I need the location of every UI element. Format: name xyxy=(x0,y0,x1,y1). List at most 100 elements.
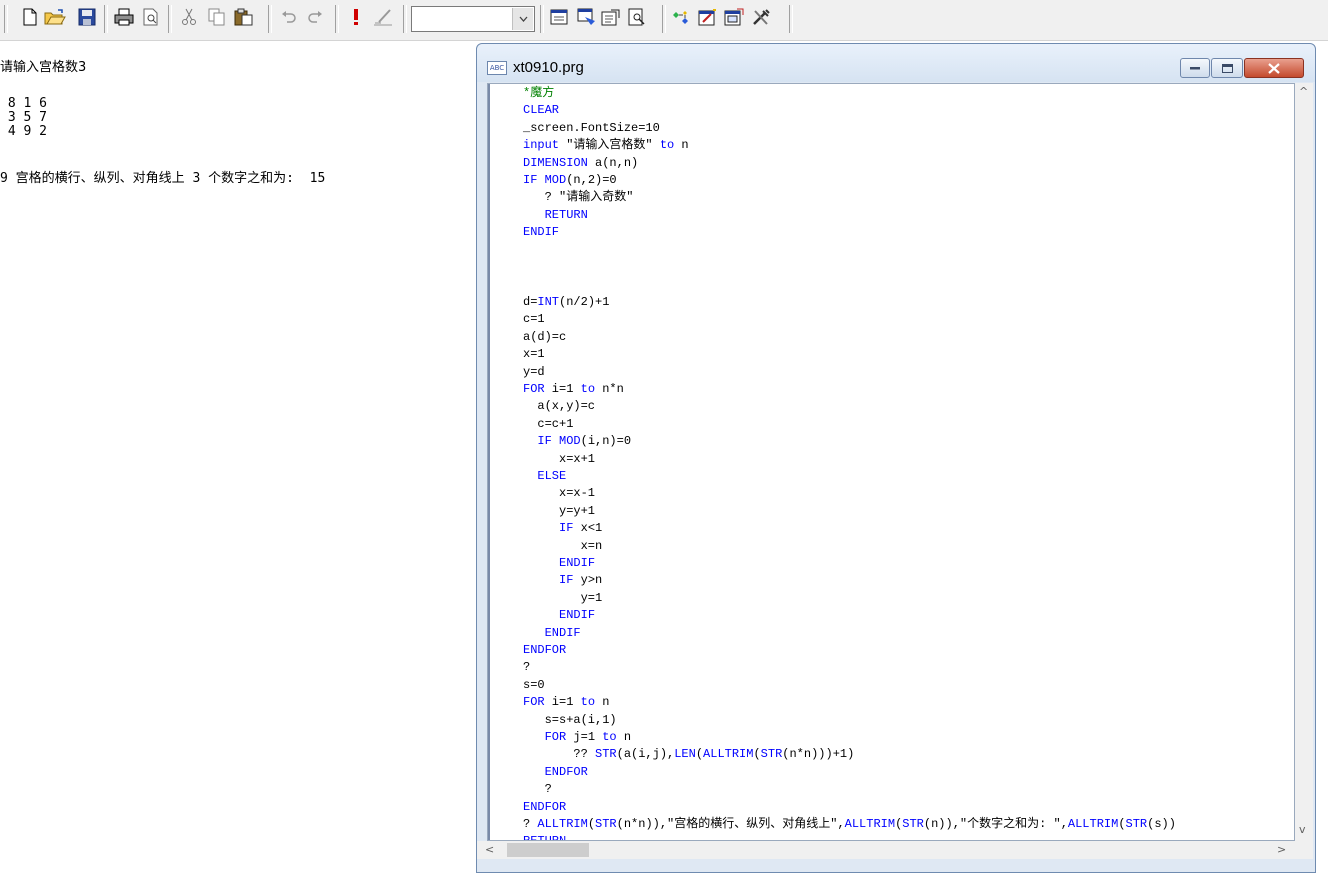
undo-icon[interactable] xyxy=(278,6,300,28)
code-line: x=x-1 xyxy=(523,486,596,501)
code-line: IF MOD(i,n)=0 xyxy=(537,434,632,449)
window-title: xt0910.prg xyxy=(513,59,584,76)
object-combo-box[interactable] xyxy=(411,6,535,32)
open-folder-icon[interactable] xyxy=(44,6,66,28)
toolbar-end xyxy=(789,5,793,33)
sum-summary-text: 9 宫格的横行、纵列、对角线上 3 个数字之和为: 15 xyxy=(0,171,326,186)
code-line: c=1 xyxy=(523,312,545,327)
code-line: ? ALLTRIM(STR(n*n)),"宫格的横行、纵列、对角线上",ALLT… xyxy=(523,817,1176,832)
scroll-left-icon[interactable]: < xyxy=(485,843,494,856)
code-line: ENDIF xyxy=(523,225,560,240)
code-text-area[interactable]: *魔方 CLEAR _screen.FontSize=10 input "请输入宫格数… xyxy=(487,83,1295,841)
code-line: s=0 xyxy=(523,677,545,692)
code-line: a(d)=c xyxy=(523,329,567,344)
horizontal-scroll-thumb[interactable] xyxy=(507,843,589,857)
code-editor-window[interactable]: ABC xt0910.prg *魔方 CLEAR _screen.FontSize=… xyxy=(476,43,1316,873)
toolbar-separator xyxy=(662,5,666,33)
editor-gutter xyxy=(488,84,490,840)
toolbar-separator xyxy=(104,5,108,33)
close-button[interactable] xyxy=(1244,58,1304,78)
minimize-button[interactable] xyxy=(1180,58,1210,78)
code-line: FOR j=1 to n xyxy=(544,730,632,745)
scroll-right-icon[interactable]: > xyxy=(1277,843,1286,856)
toolbar-separator xyxy=(335,5,339,33)
view-report-icon[interactable] xyxy=(626,6,648,28)
modify-form-icon[interactable] xyxy=(372,6,394,28)
new-file-icon[interactable] xyxy=(19,6,41,28)
maximize-button[interactable] xyxy=(1211,58,1243,78)
code-line: ? "请输入奇数" xyxy=(523,190,634,205)
toolbar-separator xyxy=(540,5,544,33)
code-line: ?? STR(a(i,j),LEN(ALLTRIM(STR(n*n)))+1) xyxy=(523,747,855,762)
code-line: CLEAR xyxy=(523,103,560,118)
horizontal-scrollbar[interactable]: < > xyxy=(477,841,1295,859)
code-line: ELSE xyxy=(537,468,567,483)
cut-icon[interactable] xyxy=(178,6,200,28)
code-line: IF y>n xyxy=(559,573,603,588)
save-icon[interactable] xyxy=(76,6,98,28)
code-lines: *魔方 CLEAR _screen.FontSize=10 input "请输入宫格数… xyxy=(523,85,1176,840)
maximize-icon xyxy=(1221,63,1233,73)
code-line: ? xyxy=(523,660,531,675)
minimize-icon xyxy=(1190,67,1200,70)
code-line: ENDIF xyxy=(544,625,581,640)
datasession-icon[interactable] xyxy=(723,6,745,28)
code-line: ENDFOR xyxy=(544,764,588,779)
resize-grip-icon[interactable] xyxy=(1295,841,1313,859)
run-exclamation-icon[interactable] xyxy=(345,6,367,28)
properties-icon[interactable] xyxy=(575,6,597,28)
code-line: d=INT(n/2)+1 xyxy=(523,294,610,309)
prg-file-icon: ABC xyxy=(487,61,507,75)
code-line: a(x,y)=c xyxy=(523,399,596,414)
magic-square-row-2: 3 5 7 xyxy=(0,110,47,125)
code-line: RETURN xyxy=(523,833,1176,840)
code-line: x=x+1 xyxy=(523,451,596,466)
code-line: ENDFOR xyxy=(523,799,567,814)
builder-tools-icon[interactable] xyxy=(750,6,772,28)
code-line: *魔方 xyxy=(523,86,555,100)
code-line: ENDFOR xyxy=(523,643,567,657)
code-line: _screen.FontSize=10 xyxy=(523,120,660,135)
print-preview-icon[interactable] xyxy=(140,6,162,28)
code-line: x=1 xyxy=(523,347,545,362)
print-icon[interactable] xyxy=(113,6,135,28)
code-line: FOR i=1 to n xyxy=(523,695,610,710)
vertical-scrollbar[interactable]: ^ v xyxy=(1295,83,1313,841)
code-line: y=y+1 xyxy=(523,503,596,518)
code-line: IF MOD(n,2)=0 xyxy=(523,173,617,188)
input-prompt-text: 请输入宫格数3 xyxy=(0,60,87,75)
code-line: FOR i=1 to n*n xyxy=(523,381,624,396)
form-wizard-icon[interactable] xyxy=(697,6,719,28)
code-line: y=d xyxy=(523,364,545,379)
toolbar-separator xyxy=(168,5,172,33)
code-line: ? xyxy=(523,782,552,797)
magic-square-row-1: 8 1 6 xyxy=(0,96,47,111)
toolbar-separator xyxy=(403,5,407,33)
code-line: IF x<1 xyxy=(559,521,603,536)
scroll-up-icon[interactable]: ^ xyxy=(1299,85,1308,98)
toolbar-separator xyxy=(268,5,272,33)
code-line: y=1 xyxy=(523,590,603,605)
standard-toolbar xyxy=(0,0,1328,41)
scroll-down-icon[interactable]: v xyxy=(1299,823,1306,836)
paste-icon[interactable] xyxy=(233,6,255,28)
code-line: c=c+1 xyxy=(523,416,574,431)
copy-icon[interactable] xyxy=(206,6,228,28)
close-icon xyxy=(1268,62,1280,74)
code-line: x=n xyxy=(523,538,603,553)
magic-square-row-3: 4 9 2 xyxy=(0,124,47,139)
code-line: DIMENSION a(n,n) xyxy=(523,155,639,170)
form-designer-icon[interactable] xyxy=(548,6,570,28)
redo-icon[interactable] xyxy=(304,6,326,28)
class-browser-icon[interactable] xyxy=(670,6,692,28)
code-line: ENDIF xyxy=(559,608,596,623)
code-window-icon[interactable] xyxy=(600,6,622,28)
toolbar-grip[interactable] xyxy=(4,5,8,33)
chevron-down-icon[interactable] xyxy=(512,8,533,30)
code-line: ENDIF xyxy=(559,555,596,570)
code-line: RETURN xyxy=(544,207,588,222)
window-title-bar[interactable]: ABC xt0910.prg xyxy=(477,44,1315,82)
